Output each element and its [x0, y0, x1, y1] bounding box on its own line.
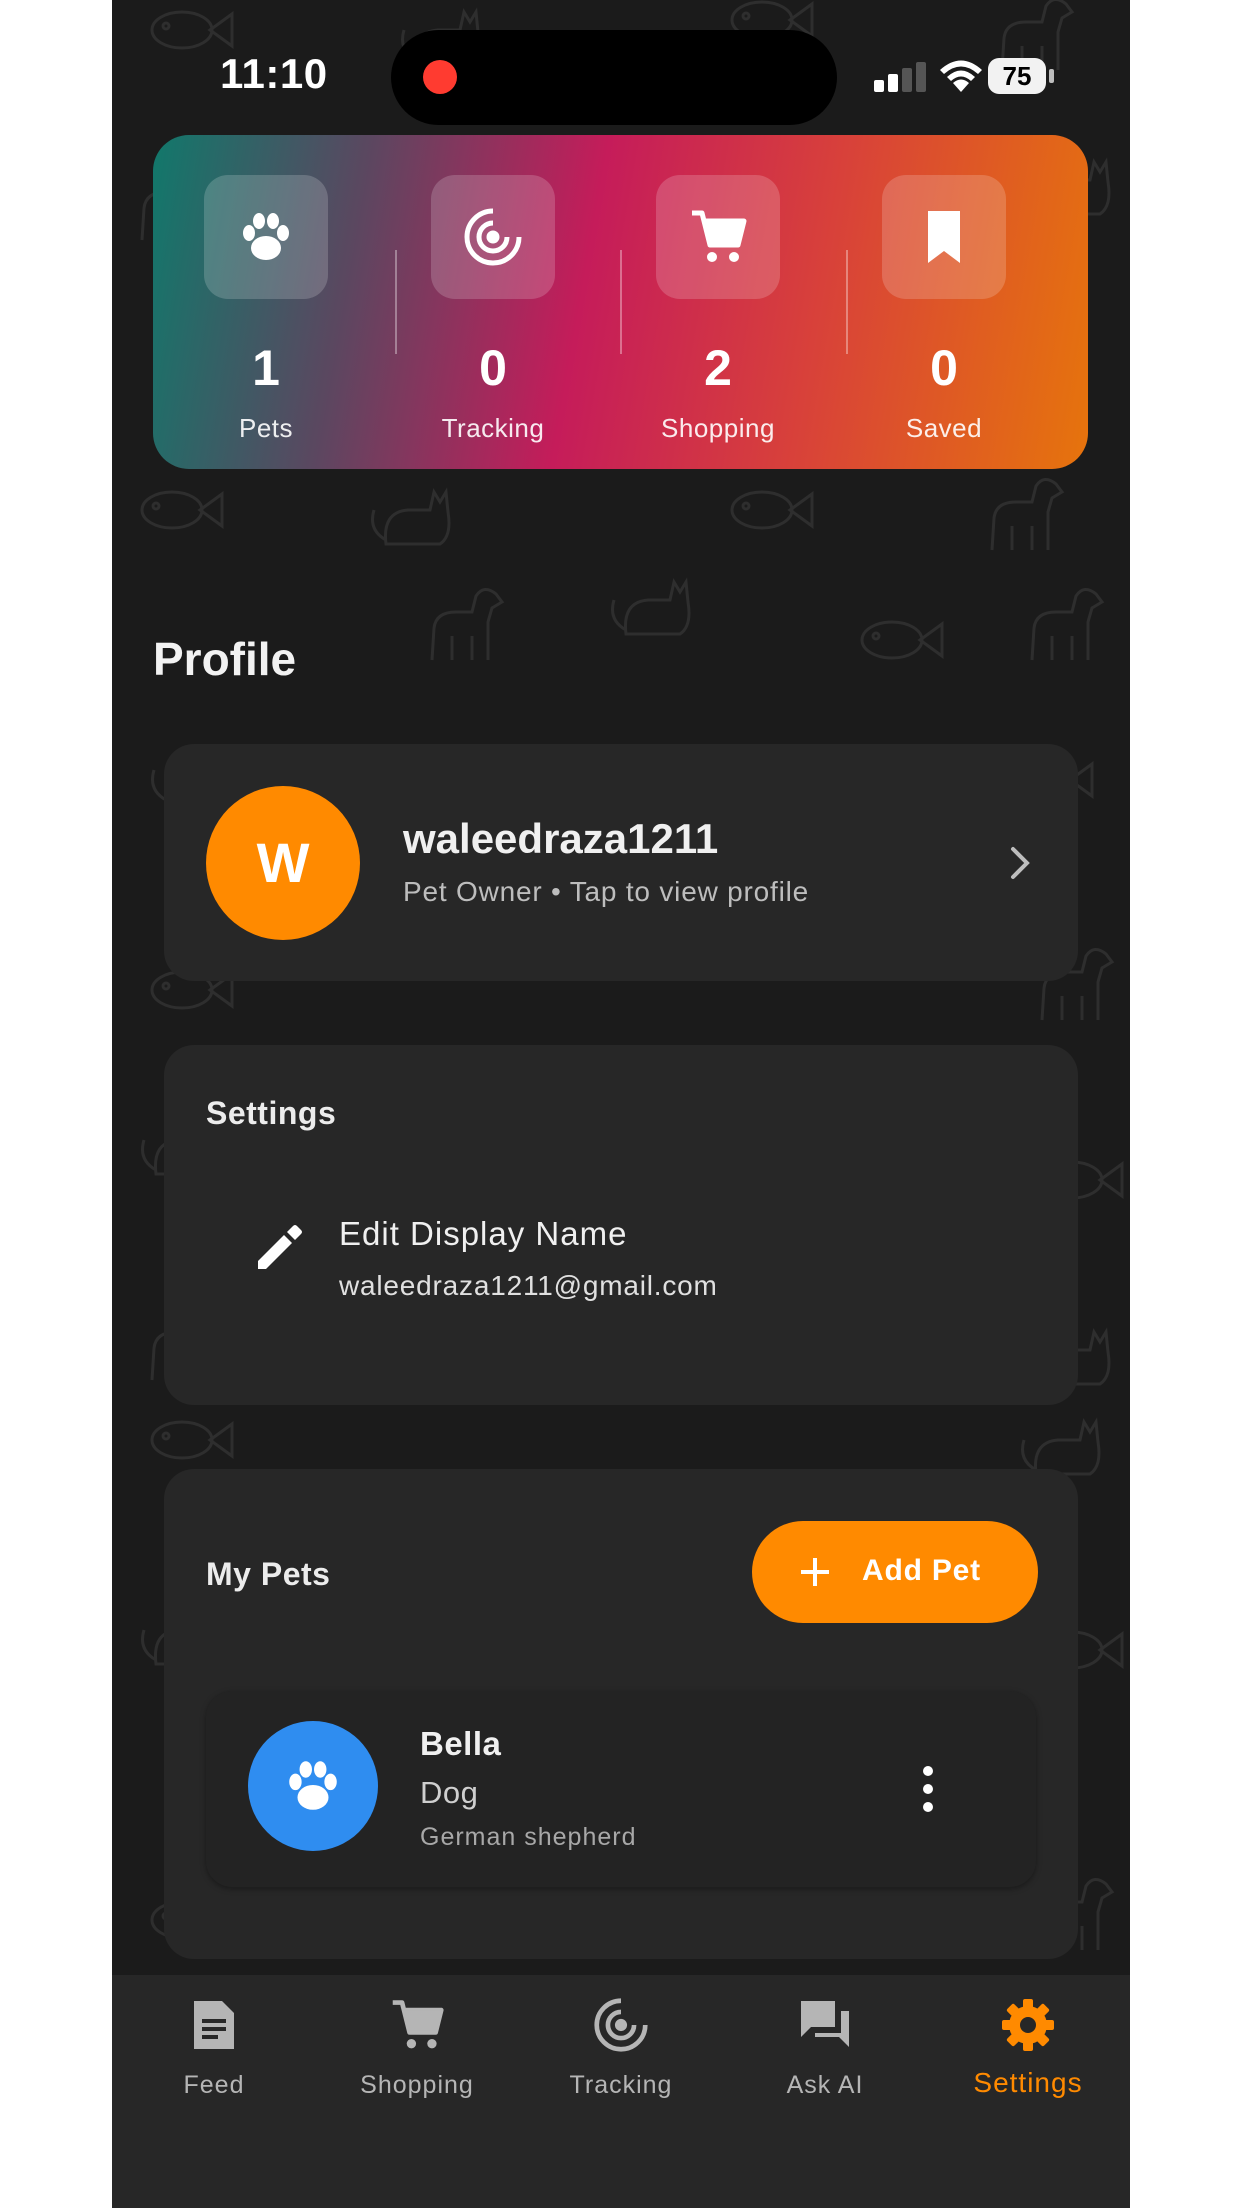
cart-icon [656, 175, 780, 299]
nav-label: Tracking [569, 2071, 673, 2099]
paw-icon [204, 175, 328, 299]
dynamic-island [391, 30, 837, 125]
radar-icon [594, 1998, 648, 2052]
my-pets-header: My Pets [206, 1556, 331, 1592]
stat-saved[interactable]: 0 Saved [831, 175, 1057, 443]
pet-type: Dog [420, 1775, 479, 1810]
cart-icon [392, 2000, 444, 2049]
settings-card: Settings Edit Display Name waleedraza121… [164, 1045, 1078, 1405]
add-pet-label: Add Pet [862, 1554, 981, 1587]
profile-card[interactable]: W waleedraza1211 Pet Owner • Tap to view… [164, 744, 1078, 981]
stat-pets[interactable]: 1 Pets [153, 175, 379, 443]
nav-ask-ai[interactable]: Ask AI [723, 1997, 927, 2117]
nav-settings[interactable]: Settings [926, 1997, 1130, 2117]
pet-breed: German shepherd [420, 1823, 637, 1851]
battery-indicator: 75 [988, 58, 1046, 94]
pet-name: Bella [420, 1725, 502, 1762]
chevron-right-icon [1011, 847, 1030, 879]
stat-shopping[interactable]: 2 Shopping [605, 175, 831, 443]
nav-label: Ask AI [786, 2071, 864, 2099]
stat-tracking[interactable]: 0 Tracking [380, 175, 606, 443]
stat-label: Saved [905, 413, 983, 443]
app-screen: 11:10 75 1 Pets 0 Tracking 2 Shopping 0 … [112, 0, 1130, 2208]
nav-label: Settings [973, 2067, 1083, 2098]
more-options-icon[interactable] [908, 1761, 948, 1817]
stat-label: Pets [238, 413, 294, 443]
bottom-navigation: Feed Shopping Tracking Ask AI Settings [112, 1975, 1130, 2208]
wifi-icon [940, 60, 982, 92]
recording-indicator [423, 60, 457, 94]
stat-label: Tracking [441, 413, 545, 443]
username: waleedraza1211 [403, 815, 719, 862]
stat-value: 0 [479, 340, 507, 396]
stats-banner: 1 Pets 0 Tracking 2 Shopping 0 Saved [153, 135, 1088, 469]
profile-subtitle: Pet Owner • Tap to view profile [403, 876, 810, 907]
settings-header: Settings [206, 1095, 337, 1131]
gear-icon [1002, 1999, 1054, 2051]
nav-feed[interactable]: Feed [112, 1997, 316, 2117]
stat-value: 0 [930, 340, 958, 396]
nav-shopping[interactable]: Shopping [315, 1997, 519, 2117]
pet-avatar [248, 1721, 378, 1851]
stat-value: 1 [252, 340, 280, 396]
edit-display-name-item[interactable]: Edit Display Name waleedraza1211@gmail.c… [206, 1195, 1036, 1325]
nav-label: Feed [183, 2071, 245, 2099]
paw-icon [289, 1761, 337, 1810]
battery-cap [1049, 69, 1054, 83]
add-pet-button[interactable]: Add Pet [752, 1521, 1038, 1623]
nav-label: Shopping [360, 2071, 474, 2099]
plus-icon [801, 1558, 829, 1586]
document-icon [194, 2001, 234, 2049]
edit-display-name-label: Edit Display Name [339, 1215, 628, 1252]
bookmark-icon [882, 175, 1006, 299]
stat-label: Shopping [661, 413, 775, 443]
pet-list-item[interactable]: Bella Dog German shepherd [206, 1691, 1036, 1887]
my-pets-card: My Pets Add Pet Bella Dog German shepher… [164, 1469, 1078, 1959]
radar-icon [431, 175, 555, 299]
cellular-signal-icon [874, 60, 934, 92]
nav-tracking[interactable]: Tracking [519, 1997, 723, 2117]
email-text: waleedraza1211@gmail.com [339, 1270, 718, 1301]
status-time: 11:10 [220, 50, 328, 97]
pencil-icon [258, 1225, 302, 1269]
stat-value: 2 [704, 340, 732, 396]
avatar: W [206, 786, 360, 940]
chat-icon [801, 2001, 849, 2047]
page-title: Profile [153, 633, 297, 685]
